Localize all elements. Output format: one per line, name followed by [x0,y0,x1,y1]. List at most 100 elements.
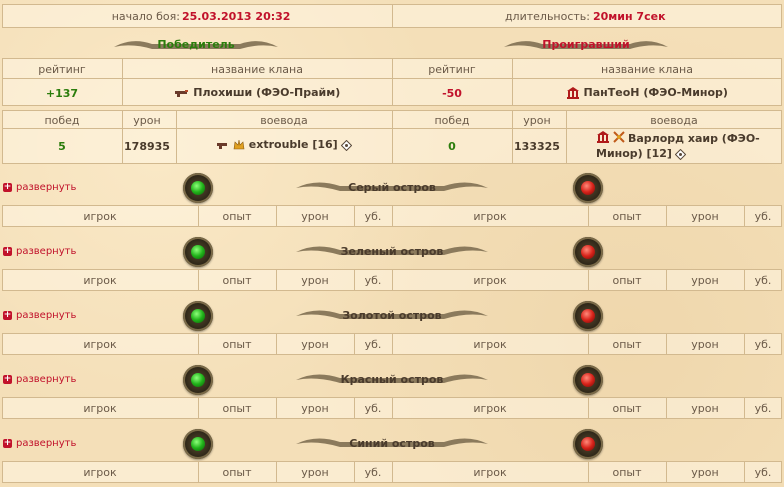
island-col-header: урон [301,402,329,415]
island-col-header: опыт [612,338,642,351]
duration-label: длительность: [504,10,590,23]
winner-leader-cell[interactable]: extrouble [16] [176,138,392,151]
island-col-header: урон [301,210,329,223]
island-col-header: урон [691,274,719,287]
loser-orb-icon [573,237,603,267]
loser-orb-icon [573,429,603,459]
island-col-header: игрок [83,338,117,351]
clan-emblem-temple-icon [567,87,580,99]
clan-emblem-gun-icon [174,90,188,97]
island-col-header: уб. [754,466,772,479]
rank-swords-icon [613,131,625,143]
loser-col-clan: название клана [601,63,693,76]
winner-col-rating: рейтинг [38,63,86,76]
island-col-header: уб. [364,210,382,223]
winner-orb-icon [183,173,213,203]
winner-rating: +137 [45,87,79,100]
island-col-header: урон [691,338,719,351]
winner-col-leader: воевода [260,114,308,127]
winner-clan-name[interactable]: Плохиши (ФЭО-Прайм) [193,86,340,99]
winner-leader-name[interactable]: extrouble [16] [249,138,338,151]
plus-icon: + [3,246,12,256]
island-col-header: урон [301,338,329,351]
island-col-header: игрок [83,402,117,415]
island-ribbon: Золотой остров [294,306,490,324]
island-col-header: уб. [754,402,772,415]
island-ribbon: Синий остров [294,434,490,452]
island-ribbon: Красный остров [294,370,490,388]
winner-ribbon: Победитель [112,35,280,53]
island-col-header: игрок [473,466,507,479]
duration-value: 20мин 7сек [593,10,666,23]
island-col-header: опыт [222,210,252,223]
clan-emblem-gun-icon [216,143,227,149]
winner-title: Победитель [157,37,235,51]
loser-col-leader: воевода [650,114,698,127]
expand-link[interactable]: + развернуть [3,438,76,449]
island-col-header: игрок [473,402,507,415]
island-col-header: уб. [754,338,772,351]
info-diamond-icon[interactable] [675,148,687,160]
winner-orb-icon [183,365,213,395]
island-name: Зеленый остров [340,244,444,258]
island-name: Синий остров [349,436,435,450]
island-col-header: опыт [612,466,642,479]
winner-orb-icon [183,237,213,267]
plus-icon: + [3,182,12,192]
island-col-header: уб. [364,402,382,415]
island-col-header: опыт [222,274,252,287]
expand-label[interactable]: развернуть [16,182,76,193]
island-col-header: урон [301,466,329,479]
loser-clan-name[interactable]: ПанТеоН (ФЭО-Минор) [584,86,728,99]
loser-orb-icon [573,365,603,395]
island-col-header: игрок [83,274,117,287]
expand-label[interactable]: развернуть [16,374,76,385]
info-diamond-icon[interactable] [341,139,353,151]
island-col-header: уб. [364,274,382,287]
expand-label[interactable]: развернуть [16,246,76,257]
island-col-header: уб. [364,338,382,351]
expand-link[interactable]: + развернуть [3,246,76,257]
loser-leader-cell[interactable]: Варлорд хаир (ФЭО-Минор) [12] [596,131,766,161]
loser-title: Проигравший [542,37,630,51]
loser-clan-cell[interactable]: ПанТеоН (ФЭО-Минор) [512,86,782,99]
island-col-header: игрок [473,274,507,287]
expand-label[interactable]: развернуть [16,310,76,321]
loser-damage: 133325 [514,140,560,153]
island-ribbon: Зеленый остров [294,242,490,260]
clan-emblem-temple-icon [597,131,609,143]
loser-orb-icon [573,173,603,203]
island-col-header: опыт [612,402,642,415]
island-col-header: уб. [754,210,772,223]
island-col-header: игрок [473,210,507,223]
island-col-header: урон [691,210,719,223]
rank-crown-icon [233,139,245,150]
island-ribbon: Серый остров [294,178,490,196]
plus-icon: + [3,374,12,384]
island-col-header: урон [301,274,329,287]
expand-link[interactable]: + развернуть [3,182,76,193]
island-name: Красный остров [340,372,444,386]
loser-rating: -50 [442,87,462,100]
island-col-header: уб. [754,274,772,287]
winner-orb-icon [183,429,213,459]
island-name: Серый остров [348,180,436,194]
expand-link[interactable]: + развернуть [3,310,76,321]
island-col-header: игрок [83,210,117,223]
island-col-header: опыт [222,402,252,415]
island-col-header: игрок [83,466,117,479]
expand-label[interactable]: развернуть [16,438,76,449]
island-col-header: уб. [364,466,382,479]
island-col-header: урон [691,466,719,479]
plus-icon: + [3,310,12,320]
loser-col-rating: рейтинг [428,63,476,76]
island-name: Золотой остров [342,308,442,322]
winner-clan-cell[interactable]: Плохиши (ФЭО-Прайм) [122,86,392,99]
plus-icon: + [3,438,12,448]
island-col-header: опыт [612,210,642,223]
expand-link[interactable]: + развернуть [3,374,76,385]
loser-orb-icon [573,301,603,331]
island-col-header: опыт [222,466,252,479]
island-col-header: опыт [222,338,252,351]
winner-col-clan: название клана [211,63,303,76]
